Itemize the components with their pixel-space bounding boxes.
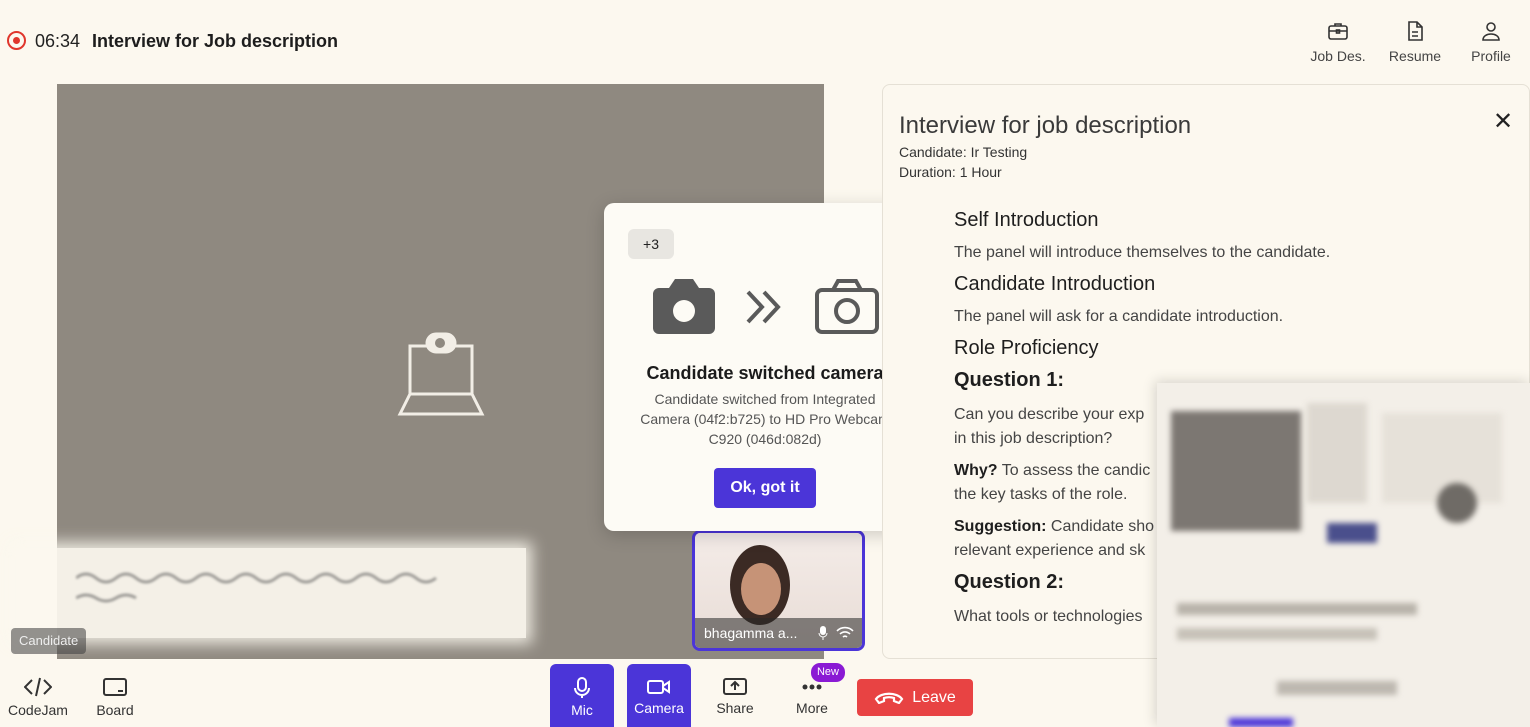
share-screen-icon (723, 678, 747, 695)
code-icon (24, 677, 52, 697)
self-video-tile[interactable]: bhagamma a... (692, 530, 865, 651)
codejam-label: CodeJam (8, 702, 68, 718)
caption-overlay (16, 548, 526, 638)
board-button[interactable]: Board (85, 676, 145, 718)
board-icon (103, 678, 127, 696)
panel-title: Interview for job description (899, 112, 1192, 139)
briefcase-icon (1328, 23, 1348, 40)
top-bar: 06:34 Interview for Job description Job … (0, 0, 1530, 82)
call-timer: 06:34 (35, 31, 81, 51)
preview-block (1327, 523, 1377, 543)
camera-button[interactable]: Camera (627, 664, 691, 727)
camera-switch-illustration (653, 279, 879, 334)
share-label: Share (716, 700, 754, 716)
chevron-double-right-icon (746, 290, 781, 324)
mic-icon (818, 626, 828, 640)
preview-block (1437, 483, 1477, 523)
blurred-caption-text (76, 572, 437, 603)
resume-button[interactable]: Resume (1380, 18, 1450, 64)
user-icon (1482, 22, 1500, 41)
board-label: Board (96, 702, 134, 718)
video-camera-icon (647, 680, 670, 694)
camera-switch-dialog: +3 Candidate switched camera Candidate s… (604, 203, 926, 531)
section-title: Role Proficiency (954, 337, 1099, 359)
ok-got-it-button[interactable]: Ok, got it (714, 468, 816, 508)
meeting-title: Interview for Job description (92, 31, 339, 51)
mic-icon (574, 677, 590, 698)
share-button[interactable]: Share (704, 664, 766, 727)
camera-label: Camera (634, 700, 684, 716)
preview-block (1177, 628, 1377, 640)
resume-label: Resume (1388, 48, 1442, 64)
section-title: Self Introduction (954, 209, 1099, 231)
profile-label: Profile (1471, 48, 1511, 64)
interview-duration: Duration: 1 Hour (899, 164, 1002, 180)
job-description-button[interactable]: Job Des. (1303, 18, 1373, 64)
section-title: Candidate Introduction (954, 273, 1156, 295)
section-text: The panel will introduce themselves to t… (954, 244, 1331, 261)
candidate-name-tag: Candidate (11, 628, 87, 654)
hang-up-icon (874, 692, 904, 705)
dialog-title: Candidate switched camera (646, 363, 884, 383)
person-avatar-icon (730, 545, 790, 625)
signal-icon (836, 626, 854, 638)
new-badge: New (811, 663, 845, 682)
recording-icon (7, 31, 26, 50)
profile-button[interactable]: Profile (1456, 18, 1526, 64)
document-icon (1408, 21, 1423, 41)
bottom-toolbar: CodeJam Board Mic Camera Share More (0, 662, 1530, 727)
dialog-message: Candidate switched from Integrated Camer… (640, 391, 890, 447)
mic-button[interactable]: Mic (550, 664, 614, 727)
preview-block (1307, 403, 1367, 503)
section-text: The panel will ask for a candidate intro… (954, 308, 1284, 325)
self-name-label: bhagamma a... (695, 618, 862, 648)
candidate-name: Candidate: Ir Testing (899, 144, 1028, 160)
preview-block (1177, 603, 1417, 615)
more-label: More (796, 700, 828, 716)
camera-filled-icon (653, 279, 715, 334)
job-description-label: Job Des. (1310, 48, 1366, 64)
mic-label: Mic (571, 702, 593, 718)
leave-label: Leave (912, 688, 956, 706)
leave-button[interactable]: Leave (857, 679, 973, 716)
preview-block (1171, 411, 1301, 531)
notification-count-badge: +3 (628, 229, 674, 259)
camera-outline-icon (815, 279, 879, 334)
close-icon[interactable]: ✕ (1493, 107, 1513, 136)
camera-off-icon (397, 332, 485, 416)
codejam-button[interactable]: CodeJam (8, 676, 68, 718)
